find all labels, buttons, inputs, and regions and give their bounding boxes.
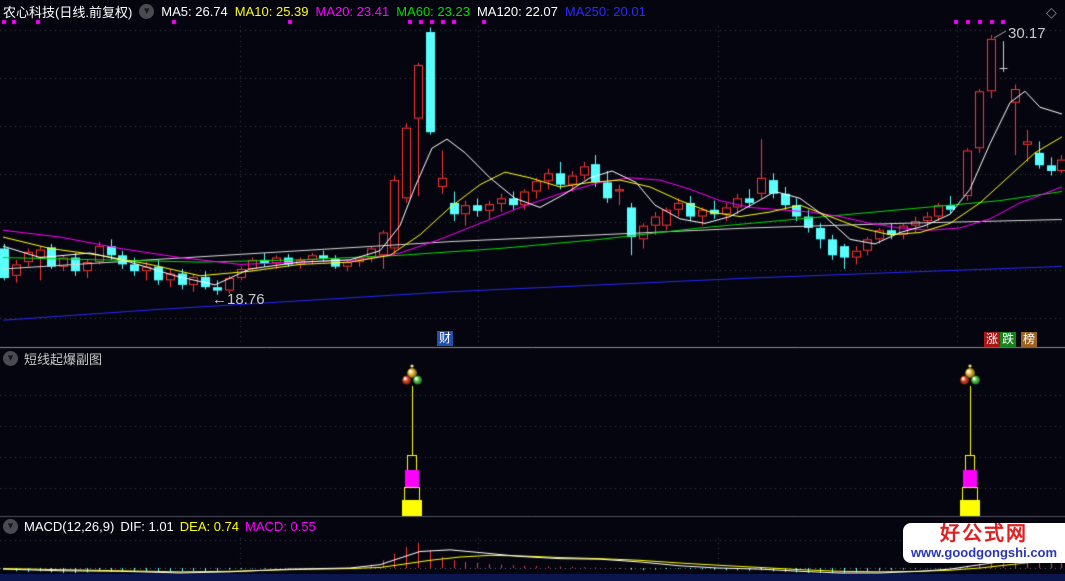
macd-title: MACD(12,26,9) [24,519,115,534]
collapse-diamond-icon[interactable]: ◇ [1046,4,1057,21]
gainers-button[interactable]: 涨 [984,332,1000,347]
losers-button[interactable]: 跌 [1000,332,1016,347]
ranking-button[interactable]: 榜 [1021,332,1037,347]
watermark-site-name: 好公式网 [940,523,1028,545]
chevron-down-icon[interactable]: ▾ [3,519,18,534]
ma20-value: MA20: 23.41 [315,3,390,19]
dif-value: DIF: 1.01 [120,519,174,534]
macd-panel-header: ▾ MACD(12,26,9) DIF: 1.01 DEA: 0.74 MACD… [3,519,316,534]
signal-panel-title: 短线起爆副图 [24,352,103,367]
chart-canvas[interactable] [0,0,1065,581]
stock-chart-app: 农心科技(日线.前复权) ▾ MA5: 26.74 MA10: 25.39 MA… [0,0,1065,581]
chevron-down-icon[interactable]: ▾ [3,351,18,366]
watermark-url: www.goodgongshi.com [910,545,1058,560]
ma120-value: MA120: 22.07 [476,3,558,19]
main-chart-header: 农心科技(日线.前复权) ▾ MA5: 26.74 MA10: 25.39 MA… [3,2,646,20]
finance-info-button[interactable]: 财 [437,331,453,346]
stock-title: 农心科技(日线.前复权) [3,4,133,20]
ma250-value: MA250: 20.01 [564,3,646,19]
macd-value: MACD: 0.55 [245,519,316,534]
ma10-value: MA10: 25.39 [234,3,309,19]
dea-value: DEA: 0.74 [179,519,240,534]
bottom-frame-strip [0,574,1065,581]
ma5-value: MA5: 26.74 [161,3,228,19]
watermark: 好公式网 www.goodgongshi.com [903,523,1065,563]
ma60-value: MA60: 23.23 [396,3,470,19]
chevron-down-icon[interactable]: ▾ [139,3,155,19]
low-price-annotation: ←18.76 [212,291,265,308]
signal-panel-header: ▾ 短线起爆副图 [3,349,102,368]
high-price-annotation: 30.17 [1008,25,1046,42]
